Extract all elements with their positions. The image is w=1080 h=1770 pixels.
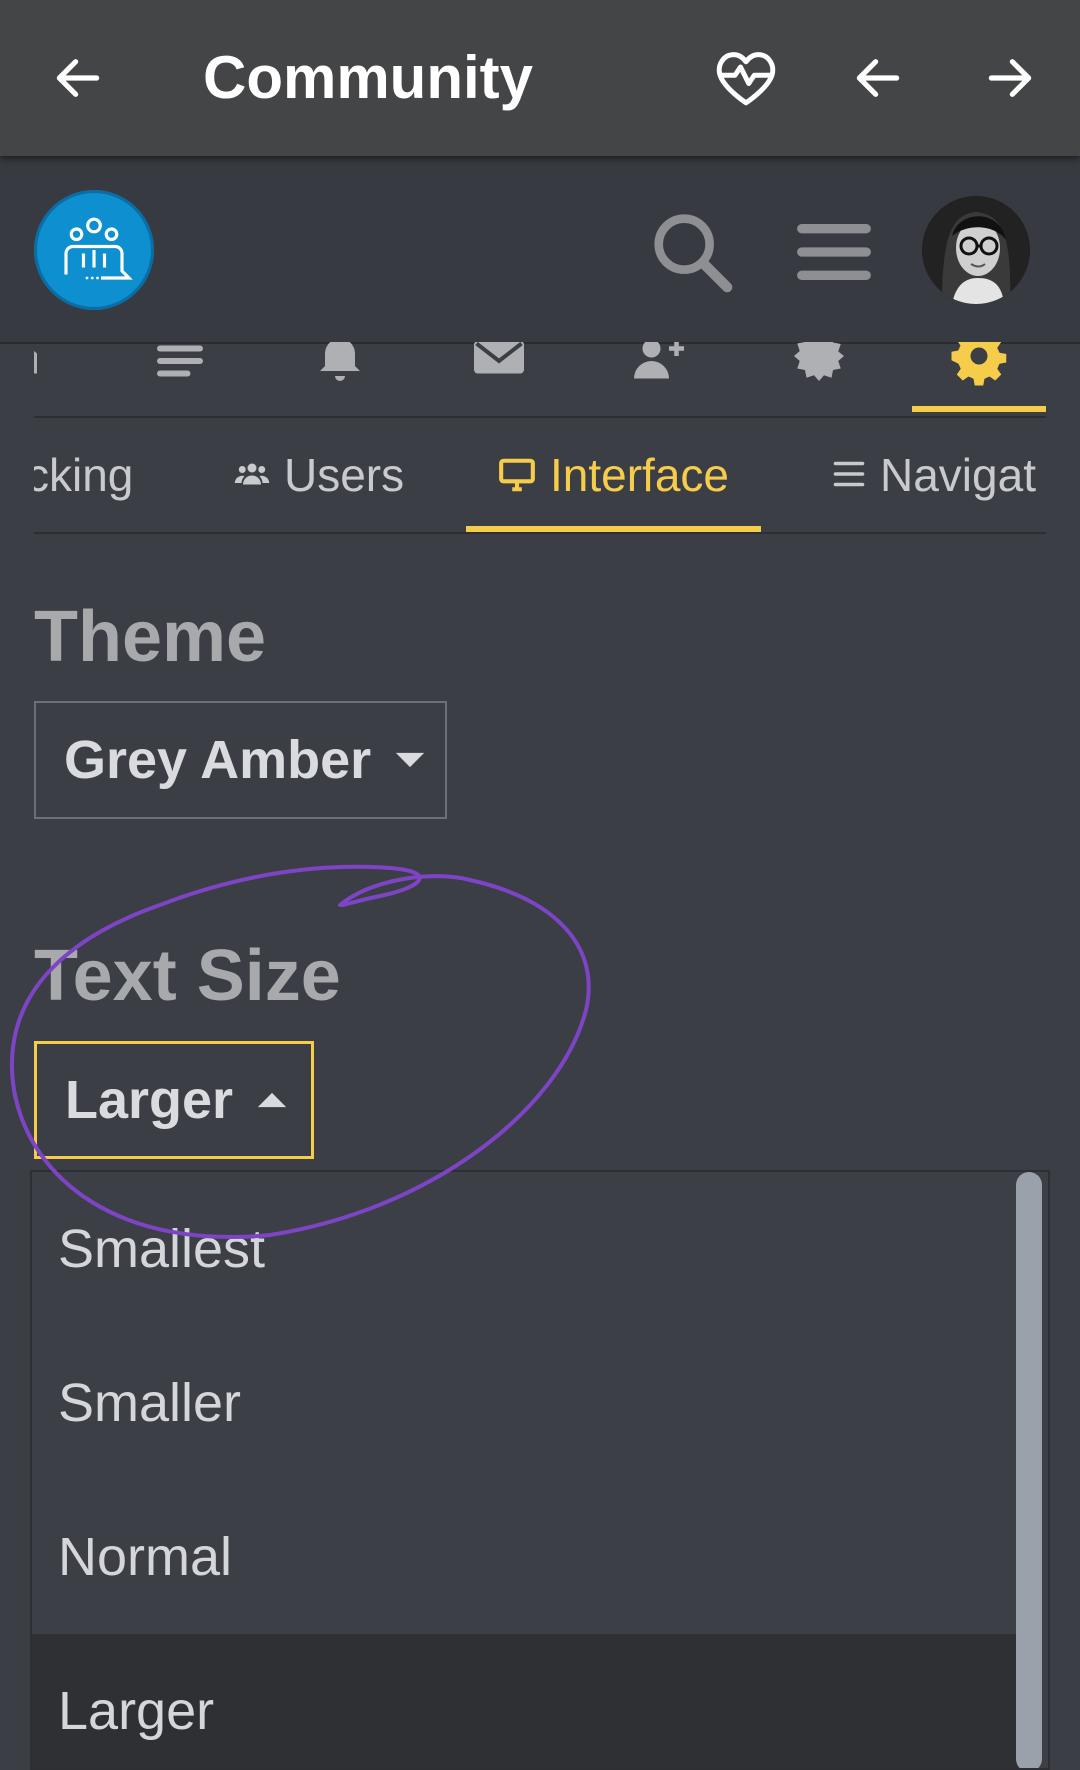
bell-icon	[320, 342, 360, 381]
tab-label: Interface	[550, 449, 729, 501]
option-smaller[interactable]: Smaller	[32, 1326, 1024, 1480]
nav-back-button[interactable]	[840, 40, 916, 116]
option-normal[interactable]: Normal	[32, 1480, 1024, 1634]
app-title: Community	[203, 44, 533, 111]
icon-tab-notifications[interactable]	[290, 342, 390, 414]
menu-button[interactable]	[784, 202, 884, 302]
icon-tab-bar	[34, 342, 1046, 418]
text-size-select[interactable]: Larger	[34, 1041, 314, 1159]
settings-tab-bar: cking Users Interface Navigat	[34, 418, 1046, 534]
icon-tab-follow[interactable]	[609, 342, 709, 414]
app-bar: Community	[0, 0, 1080, 156]
tab-interface[interactable]: Interface	[466, 448, 761, 532]
users-icon	[234, 463, 270, 485]
icon-tab-list[interactable]	[130, 342, 230, 414]
theme-value: Grey Amber	[64, 730, 372, 790]
tab-label: Users	[284, 449, 405, 501]
theme-label: Theme	[34, 597, 267, 677]
tab-label: Navigat	[880, 449, 1036, 501]
icon-tab-settings[interactable]	[912, 342, 1046, 414]
tab-navigation[interactable]: Navigat	[830, 448, 1036, 532]
icon-tab-badges[interactable]	[769, 342, 869, 414]
back-button[interactable]	[40, 40, 116, 116]
scrollbar[interactable]	[1016, 1172, 1042, 1768]
caret-up-icon	[257, 1092, 287, 1108]
search-button[interactable]	[642, 202, 742, 302]
site-header	[0, 156, 1080, 344]
hamburger-menu-icon	[797, 224, 871, 280]
heart-pulse-icon	[716, 52, 776, 106]
option-larger[interactable]: Larger	[32, 1634, 1024, 1768]
gear-icon	[951, 342, 1007, 386]
tab-users[interactable]: Users	[232, 448, 404, 532]
option-smallest[interactable]: Smallest	[32, 1172, 1024, 1326]
nav-forward-button[interactable]	[972, 40, 1048, 116]
bars-icon	[833, 461, 865, 487]
theme-select[interactable]: Grey Amber	[34, 701, 447, 819]
text-size-dropdown: Smallest Smaller Normal Larger	[30, 1170, 1050, 1770]
envelope-icon	[474, 342, 524, 374]
tab-label: cking	[34, 449, 134, 501]
tab-blocking[interactable]: cking	[34, 448, 133, 532]
partial-icon	[34, 351, 37, 374]
monitor-icon	[499, 458, 535, 492]
arrow-left-icon	[856, 59, 900, 97]
avatar[interactable]	[922, 196, 1030, 304]
badge-icon	[794, 342, 844, 381]
text-size-value: Larger	[65, 1070, 234, 1130]
user-plus-icon	[634, 342, 684, 379]
community-logo-icon[interactable]	[34, 190, 154, 310]
caret-down-icon	[395, 752, 425, 768]
health-button[interactable]	[708, 40, 784, 116]
icon-tab-messages[interactable]	[449, 342, 549, 414]
search-icon	[654, 214, 733, 293]
text-size-label: Text Size	[34, 936, 341, 1016]
icon-tab-partial[interactable]	[34, 342, 82, 414]
arrow-right-icon	[988, 59, 1032, 97]
arrow-left-icon	[56, 59, 100, 97]
list-icon	[157, 345, 203, 377]
